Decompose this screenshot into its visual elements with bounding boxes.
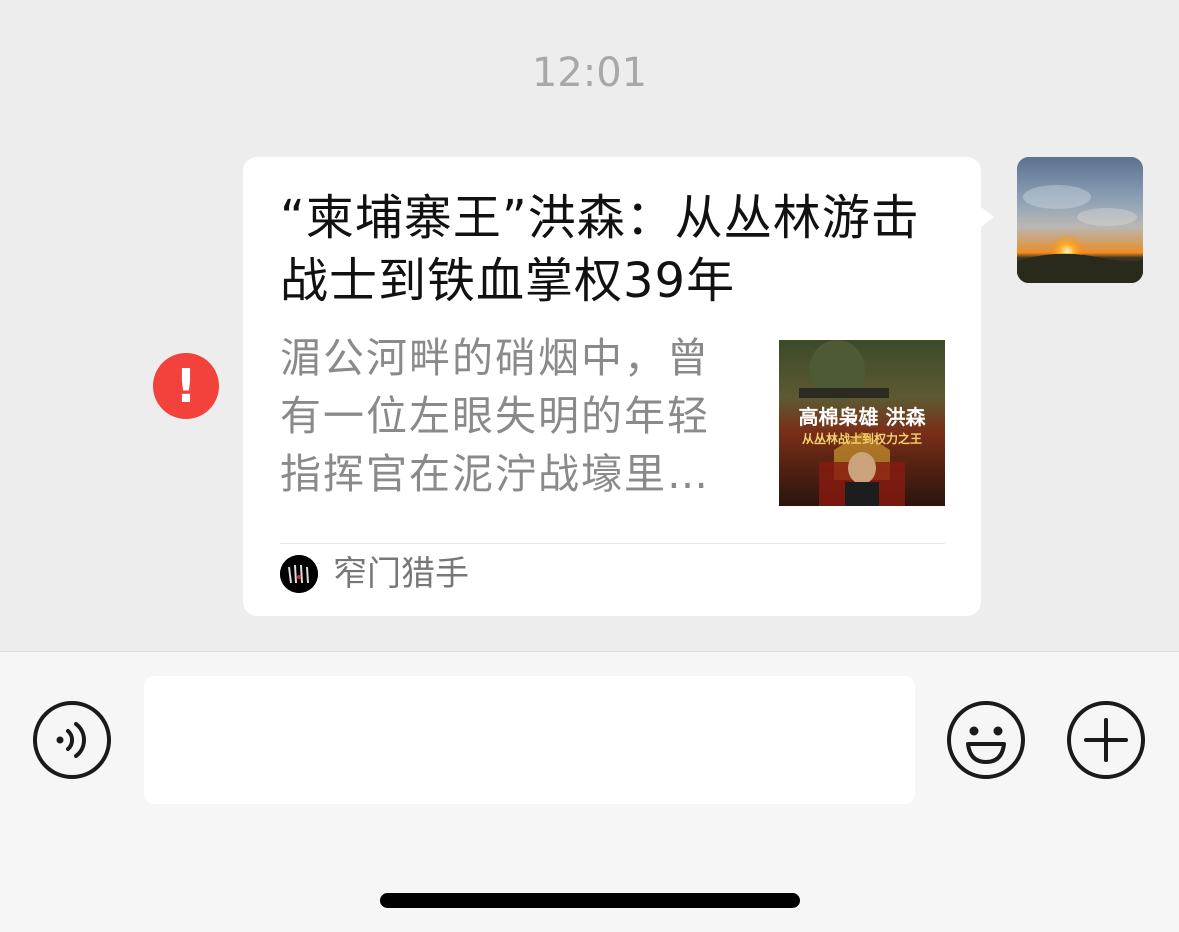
source-name[interactable]: 窄门猎手 — [333, 552, 469, 596]
more-options-button[interactable] — [1066, 700, 1146, 780]
voice-icon — [33, 701, 111, 779]
emoji-button[interactable] — [946, 700, 1026, 780]
plus-icon — [1067, 701, 1145, 779]
bubble-tail — [976, 203, 994, 231]
message-input[interactable] — [144, 676, 915, 804]
send-failed-icon[interactable]: ! — [153, 353, 219, 419]
thumbnail-subtitle: 从丛林战士到权力之王 — [802, 431, 922, 446]
article-thumbnail: 高棉枭雄 洪森 从丛林战士到权力之王 — [779, 340, 945, 506]
voice-button[interactable] — [32, 700, 112, 780]
thumbnail-title: 高棉枭雄 洪森 — [799, 405, 927, 429]
user-avatar[interactable] — [1017, 157, 1143, 283]
home-indicator[interactable] — [380, 893, 800, 908]
source-avatar — [280, 555, 318, 593]
card-divider — [280, 543, 945, 544]
message-timestamp: 12:01 — [531, 50, 648, 96]
chat-area: 12:01 ! “柬埔寨王”洪森：从丛林游击战士到铁血掌权39年 湄公河畔的硝烟… — [0, 0, 1179, 651]
article-description: 湄公河畔的硝烟中，曾有一位左眼失明的年轻指挥官在泥泞战壕里… — [280, 334, 710, 498]
article-title: “柬埔寨王”洪森：从丛林游击战士到铁血掌权39年 — [280, 190, 920, 309]
article-card[interactable]: “柬埔寨王”洪森：从丛林游击战士到铁血掌权39年 湄公河畔的硝烟中，曾有一位左眼… — [243, 157, 981, 616]
input-bar — [0, 651, 1179, 932]
emoji-icon — [947, 701, 1025, 779]
